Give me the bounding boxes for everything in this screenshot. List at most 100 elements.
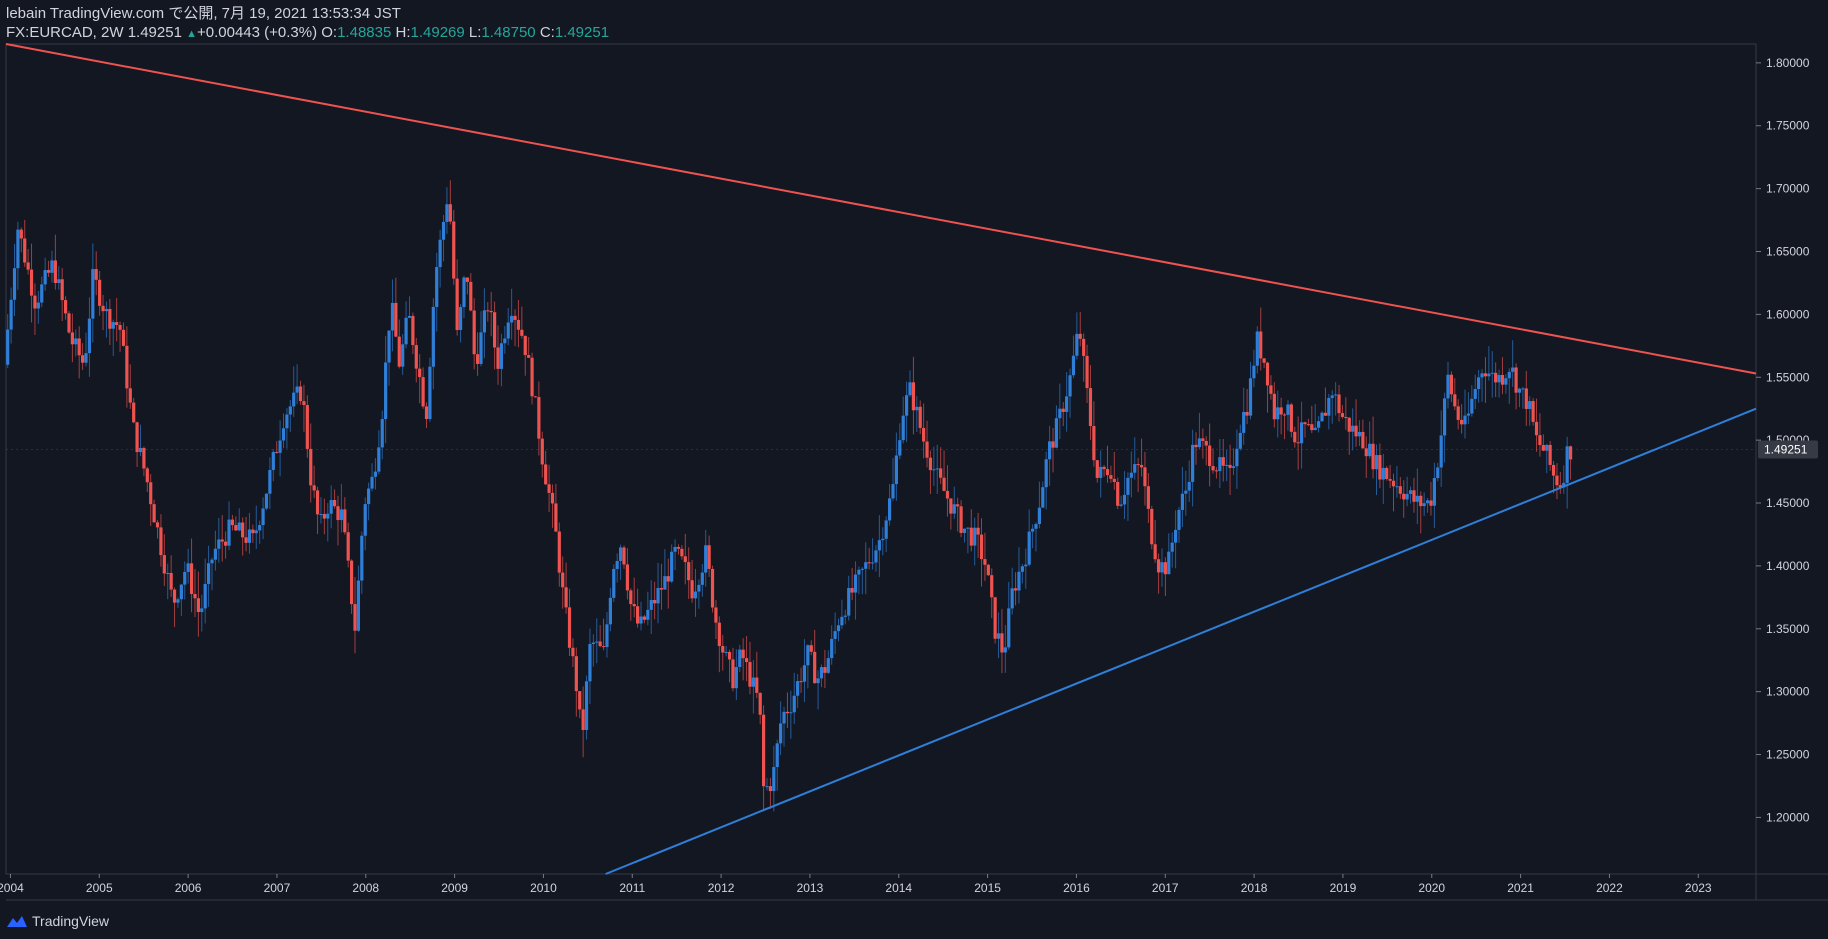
candle xyxy=(1163,557,1167,597)
candle-body xyxy=(1208,445,1212,467)
candle xyxy=(305,395,309,458)
candle xyxy=(1092,401,1096,467)
candle xyxy=(1439,410,1443,487)
candle xyxy=(1514,363,1518,410)
candle-body xyxy=(738,649,742,667)
candle xyxy=(996,612,1001,658)
candle xyxy=(145,466,149,493)
candle xyxy=(298,380,303,405)
candle-body xyxy=(802,665,807,682)
candle-body xyxy=(356,580,361,631)
candle-body xyxy=(1231,466,1236,468)
candle-body xyxy=(1235,448,1239,467)
candle xyxy=(945,465,950,517)
candle-body xyxy=(431,306,435,367)
candle xyxy=(969,509,973,552)
price-tick-label: 1.45000 xyxy=(1766,496,1810,510)
candle xyxy=(108,299,112,345)
candle xyxy=(196,571,200,637)
candle-body xyxy=(639,616,643,624)
candle-body xyxy=(1221,457,1225,466)
candle-body xyxy=(806,645,810,666)
candle xyxy=(1010,567,1014,615)
candle-body xyxy=(922,427,926,442)
candle xyxy=(179,583,183,616)
candle-body xyxy=(809,645,813,652)
candle xyxy=(1306,418,1310,427)
candle-body xyxy=(421,377,425,407)
candle xyxy=(1013,572,1018,606)
candle xyxy=(639,601,643,631)
candle-body xyxy=(326,513,330,519)
candle xyxy=(1381,453,1385,504)
candle-body xyxy=(1466,413,1471,416)
trendlines-group xyxy=(5,43,1757,875)
candle-body xyxy=(1323,412,1328,416)
candle xyxy=(1466,392,1471,424)
candle-body xyxy=(258,525,262,531)
candle xyxy=(1218,439,1222,489)
candle xyxy=(98,270,102,316)
candle xyxy=(1310,405,1314,434)
candle-body xyxy=(1051,441,1055,448)
candle xyxy=(1361,419,1365,449)
candle xyxy=(612,564,616,602)
candle xyxy=(1429,481,1433,516)
candle xyxy=(510,288,514,340)
candle xyxy=(77,326,81,379)
candle-body xyxy=(1167,551,1171,575)
candle-body xyxy=(1024,564,1028,567)
candle xyxy=(380,410,384,460)
price-tick-label: 1.40000 xyxy=(1766,559,1810,573)
candle-body xyxy=(1068,375,1072,397)
candle xyxy=(1408,486,1413,504)
candle xyxy=(445,187,449,234)
candle-body xyxy=(775,743,779,768)
candle xyxy=(758,692,762,725)
candle-body xyxy=(789,712,793,714)
candle-body xyxy=(319,514,323,516)
candle-body xyxy=(264,493,269,509)
candle-body xyxy=(121,329,126,346)
candle xyxy=(288,400,292,432)
candle-body xyxy=(145,468,149,483)
candle xyxy=(935,444,939,494)
candle-body xyxy=(135,422,139,453)
resistance-trendline[interactable] xyxy=(5,43,1757,375)
candle-body xyxy=(935,468,939,470)
candle-body xyxy=(959,506,963,533)
candle-body xyxy=(1003,647,1007,653)
candle xyxy=(527,336,531,358)
candle xyxy=(1507,368,1511,404)
candle xyxy=(1235,429,1239,489)
candle-body xyxy=(414,345,418,369)
candle xyxy=(966,527,970,554)
candle xyxy=(765,778,769,791)
candle-body xyxy=(1112,478,1116,482)
candle xyxy=(1238,424,1242,451)
candle xyxy=(1412,477,1416,513)
candle xyxy=(57,266,61,290)
candle-body xyxy=(6,329,10,365)
candle xyxy=(1453,378,1457,410)
candle xyxy=(1136,457,1140,493)
candle-body xyxy=(285,414,289,429)
candle xyxy=(1211,448,1215,474)
candle-body xyxy=(57,279,61,284)
candle xyxy=(23,219,27,267)
candles-group xyxy=(6,180,1573,812)
candle xyxy=(724,645,728,657)
candle xyxy=(1269,375,1273,400)
support-trendline[interactable] xyxy=(605,407,1757,875)
candle-body xyxy=(493,312,497,348)
price-chart[interactable]: 1.20000 1.25000 1.30000 1.35000 1.40000 1.450… xyxy=(0,0,1828,939)
candle xyxy=(1460,404,1464,434)
candle-body xyxy=(949,498,953,514)
candle xyxy=(1184,470,1188,516)
candle-body xyxy=(915,406,919,411)
candle xyxy=(431,298,435,390)
price-tick-label: 1.35000 xyxy=(1766,622,1810,636)
candle xyxy=(952,486,956,519)
candle xyxy=(738,644,742,673)
candle-body xyxy=(1252,365,1256,379)
